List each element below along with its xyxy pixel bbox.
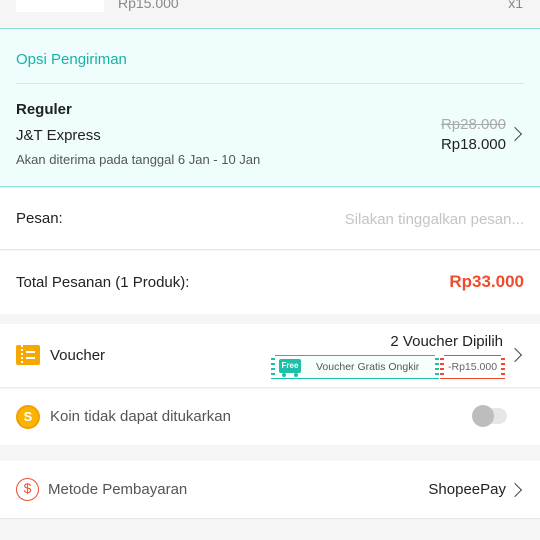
message-input[interactable]: [284, 206, 524, 232]
voucher-ticket-icon: [16, 345, 40, 365]
order-total-label: Total Pesanan (1 Produk):: [16, 274, 190, 291]
product-thumbnail: [16, 0, 104, 12]
product-row: Rp15.000 x1: [0, 0, 540, 28]
voucher-row[interactable]: Voucher 2 Voucher Dipilih Free Voucher G…: [0, 324, 540, 388]
coin-icon: S: [16, 405, 40, 429]
page-background: [0, 520, 540, 540]
free-shipping-voucher-text: Voucher Gratis Ongkir: [316, 361, 420, 373]
free-shipping-voucher-tag: Free Voucher Gratis Ongkir: [271, 355, 439, 379]
shipping-title: Opsi Pengiriman: [16, 51, 127, 68]
voucher-selected-count: 2 Voucher Dipilih: [390, 333, 503, 350]
payment-method-row[interactable]: $ Metode Pembayaran ShopeePay: [0, 461, 540, 519]
order-total-value: Rp33.000: [449, 272, 524, 291]
message-row: Pesan:: [0, 188, 540, 250]
payment-method-value: ShopeePay: [428, 481, 506, 498]
coins-toggle[interactable]: [472, 405, 507, 427]
voucher-label: Voucher: [50, 347, 106, 364]
coins-label: Koin tidak dapat ditukarkan: [50, 408, 231, 425]
shipping-eta: Akan diterima pada tanggal 6 Jan - 10 Ja…: [16, 152, 261, 167]
shipping-divider: [16, 83, 524, 84]
message-label: Pesan:: [16, 210, 63, 227]
product-quantity: x1: [508, 0, 523, 11]
free-truck-icon: Free: [279, 359, 301, 377]
chevron-right-icon[interactable]: [507, 126, 523, 142]
discount-voucher-tag: -Rp15.000: [440, 355, 505, 379]
dollar-circle-icon: $: [16, 478, 39, 501]
discount-voucher-text: -Rp15.000: [448, 361, 498, 373]
order-total-row: Total Pesanan (1 Produk): Rp33.000: [0, 251, 540, 314]
toggle-knob: [472, 405, 494, 427]
chevron-right-icon[interactable]: [507, 482, 523, 498]
chevron-right-icon[interactable]: [507, 347, 523, 363]
shipping-option-section[interactable]: Opsi Pengiriman Reguler J&T Express Akan…: [0, 28, 540, 187]
shipping-price: Rp18.000: [440, 136, 506, 153]
shipping-type: Reguler: [16, 101, 72, 118]
coins-row: S Koin tidak dapat ditukarkan: [0, 389, 540, 445]
shipping-original-price: Rp28.000: [440, 116, 506, 133]
product-price: Rp15.000: [118, 0, 179, 11]
shipping-courier: J&T Express: [16, 127, 101, 144]
payment-method-label: Metode Pembayaran: [48, 481, 188, 498]
